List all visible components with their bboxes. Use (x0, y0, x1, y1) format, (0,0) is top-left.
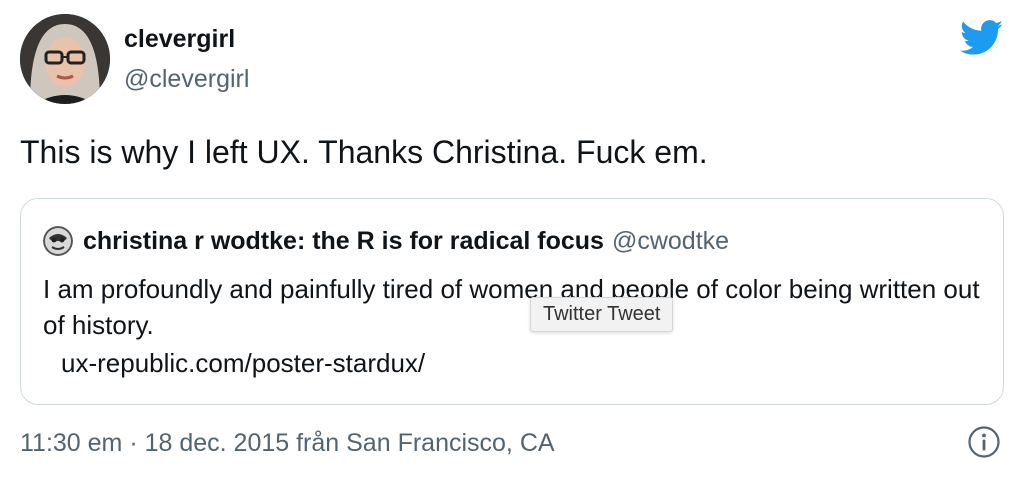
author-handle[interactable]: @clevergirl (124, 64, 249, 94)
quoted-handle[interactable]: @cwodtke (612, 227, 729, 256)
info-icon[interactable] (967, 425, 1001, 459)
quoted-tweet-link[interactable]: ux-republic.com/poster-stardux/ (61, 345, 425, 381)
quoted-avatar-image (43, 226, 73, 256)
quoted-tweet-header: christina r wodtke: the R is for radical… (43, 226, 729, 256)
quoted-avatar[interactable] (43, 226, 73, 256)
embedded-tweet: clevergirl @clevergirl This is why I lef… (0, 0, 1030, 479)
avatar[interactable] (20, 14, 110, 104)
quoted-tweet-text: I am profoundly and painfully tired of w… (43, 274, 980, 340)
quoted-display-name[interactable]: christina r wodtke: the R is for radical… (83, 227, 604, 256)
quoted-tweet[interactable]: christina r wodtke: the R is for radical… (20, 198, 1004, 405)
tweet-timestamp[interactable]: 11:30 em · 18 dec. 2015 från San Francis… (20, 426, 555, 460)
avatar-image (20, 14, 110, 104)
twitter-bird-icon[interactable] (960, 20, 1004, 56)
author-block: clevergirl @clevergirl (124, 24, 249, 94)
author-display-name[interactable]: clevergirl (124, 24, 249, 54)
tweet-text: This is why I left UX. Thanks Christina.… (20, 134, 708, 170)
tooltip: Twitter Tweet (530, 297, 674, 332)
